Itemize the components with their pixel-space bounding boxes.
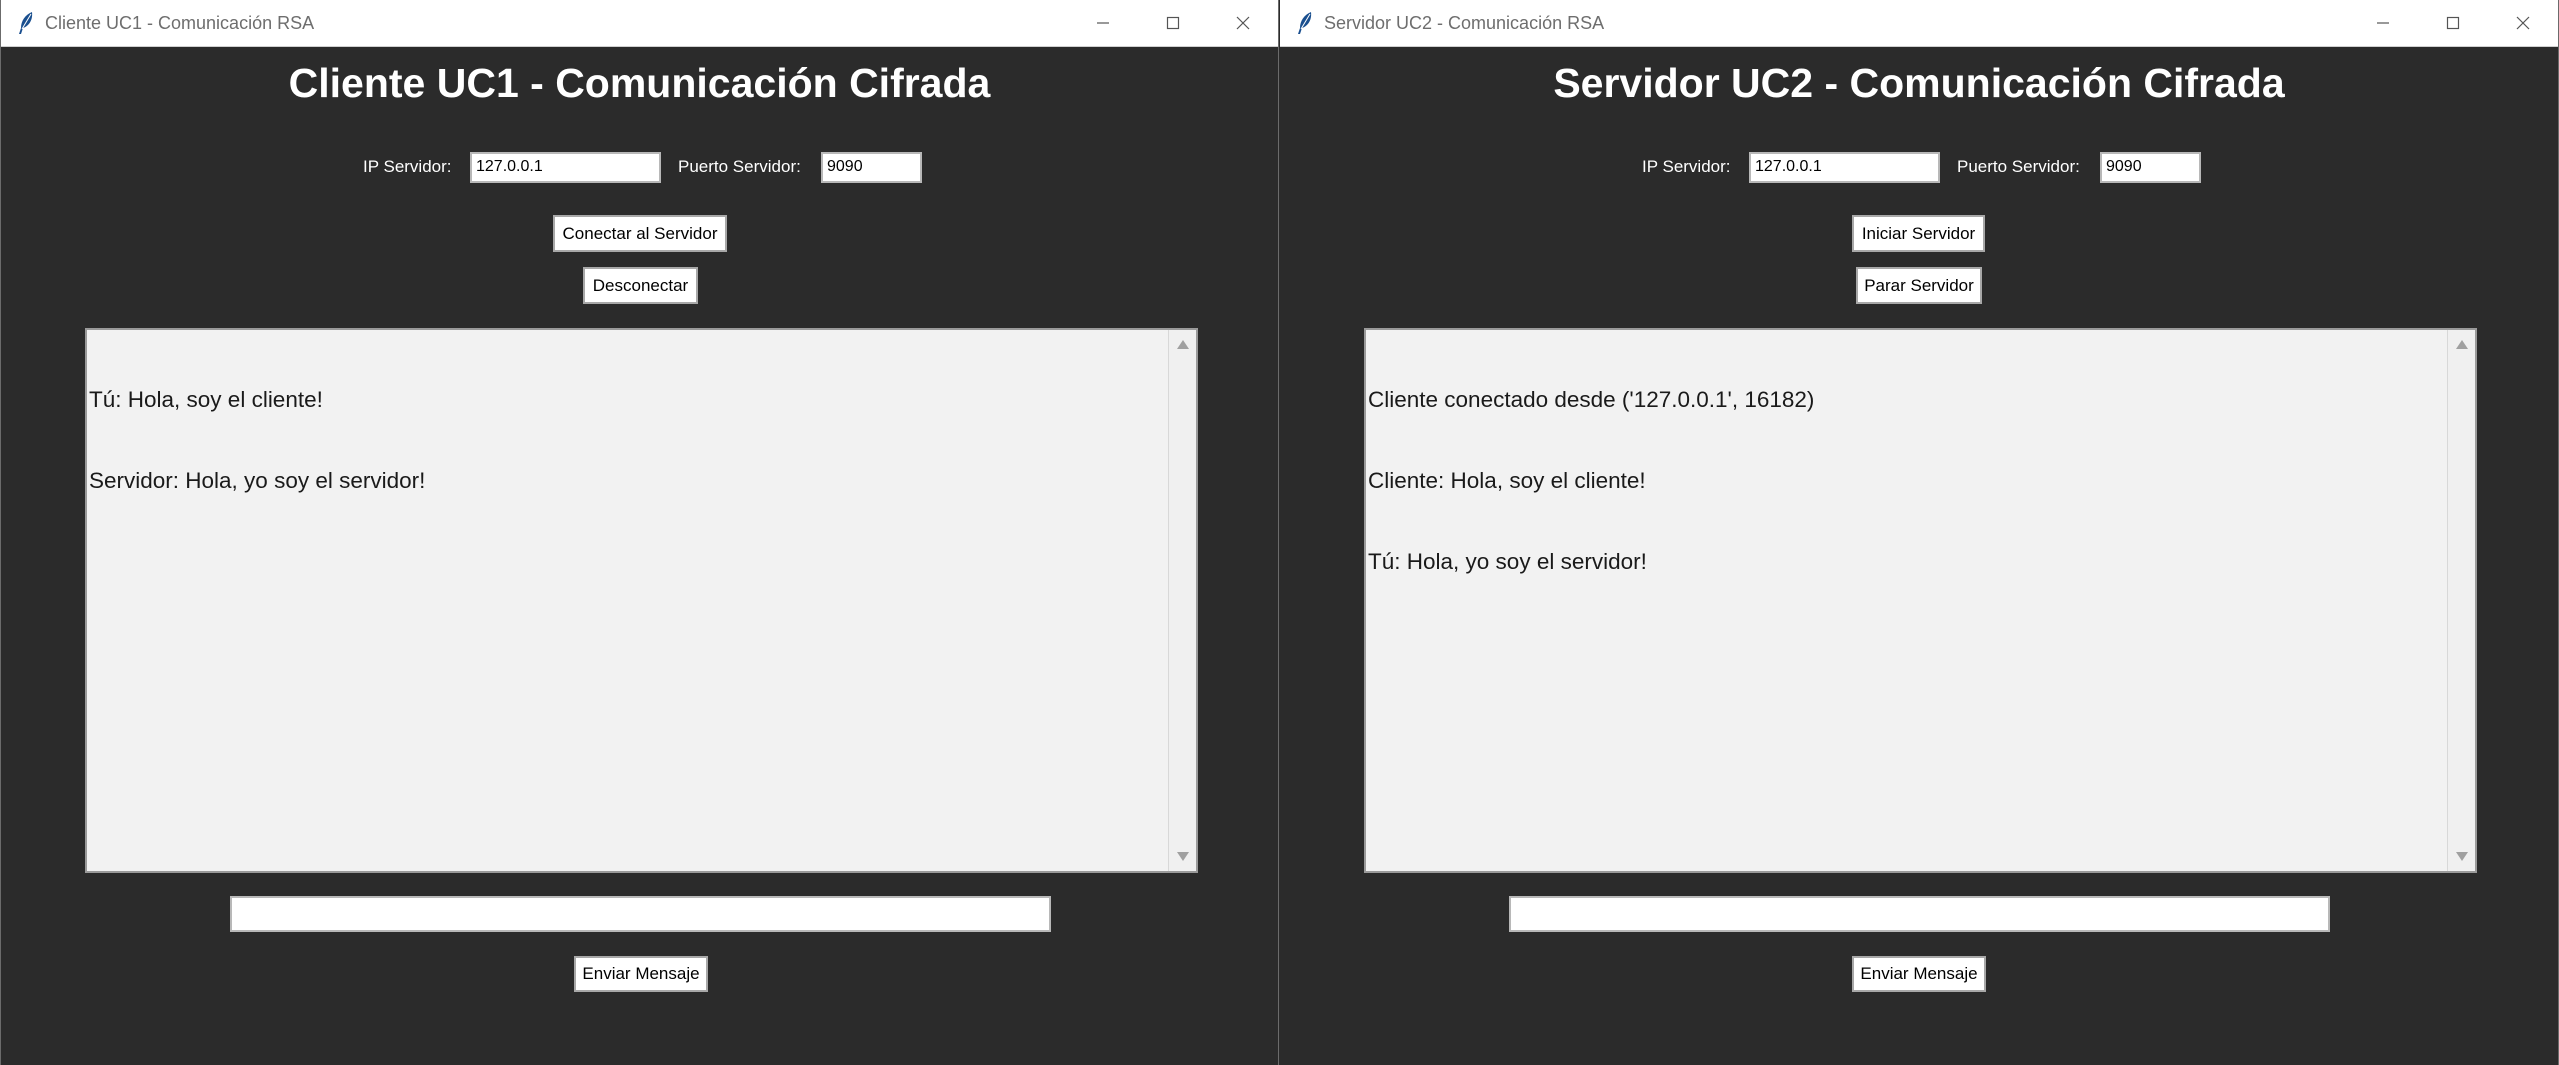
chat-line: Tú: Hola, soy el cliente! (89, 387, 323, 412)
minimize-button[interactable] (1068, 0, 1138, 46)
port-input[interactable]: 9090 (2100, 152, 2201, 183)
chat-log[interactable]: Cliente conectado desde ('127.0.0.1', 16… (1364, 328, 2477, 873)
minimize-icon (2377, 22, 2389, 24)
window-title: Servidor UC2 - Comunicación RSA (1324, 13, 1605, 33)
start-server-button[interactable]: Iniciar Servidor (1852, 215, 1985, 252)
chat-line: Cliente: Hola, soy el cliente! (1368, 468, 1646, 493)
scroll-up-icon[interactable] (2456, 340, 2468, 349)
stop-server-button[interactable]: Parar Servidor (1856, 267, 1982, 304)
connect-button[interactable]: Conectar al Servidor (553, 215, 727, 252)
send-button[interactable]: Enviar Mensaje (574, 956, 708, 992)
ip-label: IP Servidor: (363, 157, 452, 176)
chat-line: Servidor: Hola, yo soy el servidor! (89, 468, 426, 493)
chat-log[interactable]: Tú: Hola, soy el cliente! Servidor: Hola… (85, 328, 1198, 873)
minimize-button[interactable] (2348, 0, 2418, 46)
scroll-up-icon[interactable] (1177, 340, 1189, 349)
chat-scrollbar[interactable] (2447, 330, 2475, 871)
maximize-button[interactable] (2418, 0, 2488, 46)
title-bar[interactable]: Servidor UC2 - Comunicación RSA (1280, 0, 2558, 47)
message-input[interactable] (230, 896, 1051, 932)
feather-icon (1298, 12, 1312, 34)
client-window: Cliente UC1 - Comunicación RSA Cliente U… (0, 0, 1279, 1065)
scroll-down-icon[interactable] (1177, 852, 1189, 861)
ip-input[interactable]: 127.0.0.1 (1749, 152, 1940, 183)
port-label: Puerto Servidor: (678, 157, 801, 176)
window-title: Cliente UC1 - Comunicación RSA (45, 13, 315, 33)
minimize-icon (1097, 22, 1109, 24)
port-label: Puerto Servidor: (1957, 157, 2080, 176)
title-bar[interactable]: Cliente UC1 - Comunicación RSA (1, 0, 1278, 47)
port-input[interactable]: 9090 (821, 152, 922, 183)
page-title: Cliente UC1 - Comunicación Cifrada (288, 60, 991, 106)
maximize-icon (1166, 16, 1180, 30)
close-button[interactable] (2488, 0, 2558, 46)
disconnect-button[interactable]: Desconectar (583, 267, 698, 304)
page-title: Servidor UC2 - Comunicación Cifrada (1553, 60, 2285, 106)
maximize-icon (2446, 16, 2460, 30)
close-button[interactable] (1208, 0, 1278, 46)
close-icon (1236, 16, 1250, 30)
chat-line: Cliente conectado desde ('127.0.0.1', 16… (1368, 387, 1815, 412)
feather-icon (19, 12, 33, 34)
ip-label: IP Servidor: (1642, 157, 1731, 176)
chat-scrollbar[interactable] (1168, 330, 1196, 871)
message-input[interactable] (1509, 896, 2330, 932)
server-window: Servidor UC2 - Comunicación RSA Servidor… (1280, 0, 2559, 1065)
close-icon (2516, 16, 2530, 30)
scroll-down-icon[interactable] (2456, 852, 2468, 861)
maximize-button[interactable] (1138, 0, 1208, 46)
send-button[interactable]: Enviar Mensaje (1852, 956, 1986, 992)
ip-input[interactable]: 127.0.0.1 (470, 152, 661, 183)
chat-line: Tú: Hola, yo soy el servidor! (1368, 549, 1647, 574)
